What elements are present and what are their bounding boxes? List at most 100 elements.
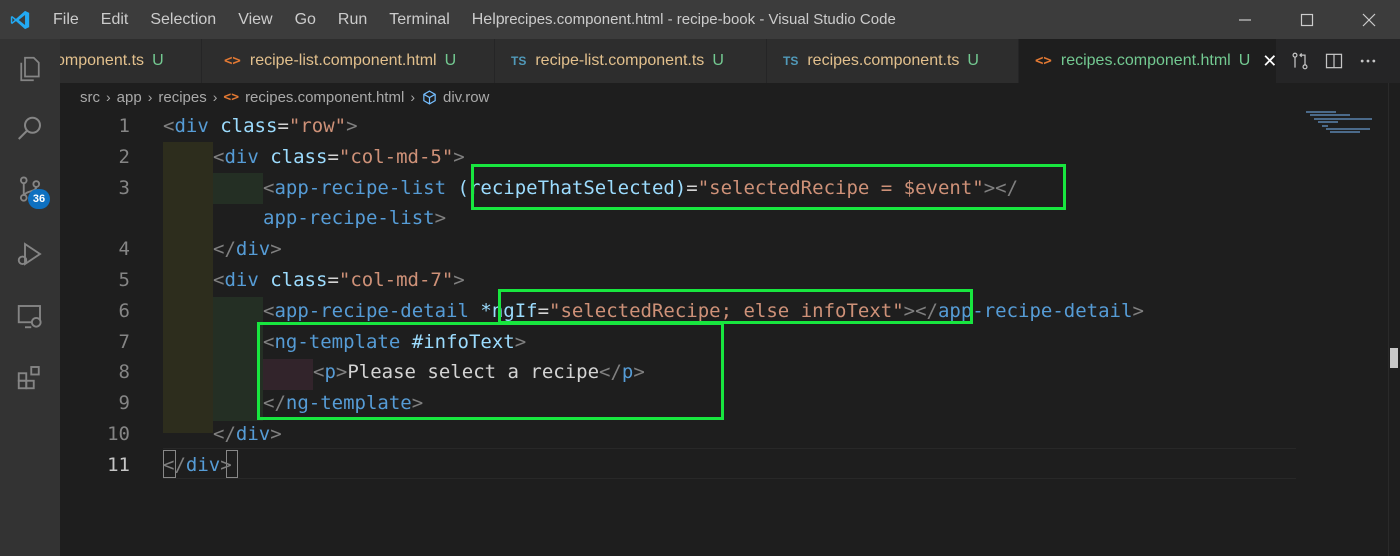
line-number: 1 xyxy=(118,115,130,137)
minimap-line xyxy=(1306,111,1336,113)
search-icon[interactable] xyxy=(0,99,60,159)
source-control-icon[interactable]: 36 xyxy=(0,159,60,219)
maximize-icon xyxy=(1300,13,1314,26)
line-number xyxy=(70,203,130,234)
indent-guide xyxy=(163,173,213,297)
code-token: "col-md-5" xyxy=(338,145,454,168)
line-number: 2 xyxy=(118,145,130,168)
minimap-line xyxy=(1318,121,1338,124)
breadcrumb-recipes[interactable]: recipes xyxy=(158,89,206,106)
close-icon xyxy=(1362,13,1376,26)
code-editor[interactable]: 1 2 3 4 5 6 7 8 9 10 11 <div class="row"> <div clas… xyxy=(60,111,1388,556)
chevron-right-icon: › xyxy=(410,89,415,105)
html-file-icon: <> xyxy=(1035,53,1052,69)
indent-guide xyxy=(163,297,213,433)
breadcrumb-file[interactable]: recipes.component.html xyxy=(245,89,404,106)
code-token: class xyxy=(220,115,278,137)
title-bar: File Edit Selection View Go Run Terminal… xyxy=(0,0,1400,39)
code-line: </div> xyxy=(213,419,282,450)
line-number: 10 xyxy=(107,423,130,445)
untracked-badge: U xyxy=(152,52,164,69)
code-token: > xyxy=(270,238,282,261)
more-actions-icon[interactable] xyxy=(1358,51,1378,71)
source-control-badge: 36 xyxy=(28,189,50,209)
code-token: class xyxy=(270,269,328,291)
highlight-ng-template xyxy=(257,322,724,420)
code-token: "col-md-7" xyxy=(338,269,454,291)
code-token: div xyxy=(224,269,259,291)
code-line: <div class="col-md-5"> xyxy=(213,142,465,173)
menu-file[interactable]: File xyxy=(40,0,90,39)
code-token: > xyxy=(270,423,282,445)
editor-actions xyxy=(1276,39,1400,83)
tab-recipe-list-component-ts[interactable]: TS recipe-list.component.ts U xyxy=(495,39,767,83)
indent-guide xyxy=(213,173,263,204)
tab-label: recipes.component.html xyxy=(1060,52,1231,69)
tab-component-ts[interactable]: omponent.ts U xyxy=(60,39,202,83)
open-changes-icon[interactable] xyxy=(1290,51,1310,71)
code-token: = xyxy=(327,269,339,291)
code-token: = xyxy=(327,145,339,168)
code-token: div xyxy=(235,238,271,261)
extensions-icon[interactable] xyxy=(0,347,60,407)
menu-go[interactable]: Go xyxy=(284,0,327,39)
element-icon xyxy=(423,89,436,105)
minimap[interactable] xyxy=(1302,111,1372,141)
scrollbar-thumb[interactable] xyxy=(1390,348,1398,368)
current-line-highlight xyxy=(163,448,1296,479)
code-line: <div class="row"> xyxy=(163,111,358,142)
line-number: 7 xyxy=(118,330,130,353)
tab-label: omponent.ts xyxy=(60,52,145,69)
remote-explorer-icon[interactable] xyxy=(0,286,60,346)
minimize-icon xyxy=(1239,18,1251,21)
menu-selection[interactable]: Selection xyxy=(139,0,227,39)
tab-recipes-component-ts[interactable]: TS recipes.component.ts U xyxy=(767,39,1019,83)
breadcrumb-src[interactable]: src xyxy=(80,89,100,106)
editor-tabs: omponent.ts U <> recipe-list.component.h… xyxy=(60,39,1400,83)
chevron-right-icon: › xyxy=(106,89,111,105)
split-editor-icon[interactable] xyxy=(1324,51,1344,71)
code-token: app-recipe-list xyxy=(263,207,435,230)
breadcrumb-app[interactable]: app xyxy=(117,89,142,106)
chevron-right-icon: › xyxy=(147,89,153,105)
line-number: 3 xyxy=(118,176,130,199)
menu-view[interactable]: View xyxy=(227,0,283,39)
code-token: div xyxy=(185,453,221,476)
indent-guide xyxy=(213,297,263,421)
tab-recipe-list-component-html[interactable]: <> recipe-list.component.html U xyxy=(202,39,495,83)
breadcrumb-symbol[interactable]: div.row xyxy=(443,89,489,106)
code-token: > xyxy=(453,269,465,291)
indent-guide xyxy=(163,142,213,173)
activity-bar: 36 xyxy=(0,39,60,556)
breadcrumb: src › app › recipes › <> recipes.compone… xyxy=(80,83,489,111)
code-token: div xyxy=(235,423,271,445)
code-token: < xyxy=(213,145,225,168)
code-token: > xyxy=(453,145,465,168)
menu-help[interactable]: Help xyxy=(461,0,516,39)
run-debug-icon[interactable] xyxy=(0,224,60,284)
code-token: app-recipe-list xyxy=(274,176,447,199)
menu-edit[interactable]: Edit xyxy=(90,0,140,39)
code-token: "row" xyxy=(288,115,347,137)
explorer-icon[interactable] xyxy=(0,39,60,99)
tab-label: recipes.component.ts xyxy=(807,52,960,69)
code-token: </ xyxy=(213,238,236,261)
menu-run[interactable]: Run xyxy=(327,0,378,39)
vscode-logo-icon xyxy=(0,0,40,39)
close-window-button[interactable] xyxy=(1338,0,1400,39)
typescript-file-icon: TS xyxy=(511,54,527,68)
minimap-line xyxy=(1310,114,1350,117)
maximize-button[interactable] xyxy=(1276,0,1338,39)
vertical-scrollbar[interactable] xyxy=(1388,83,1400,556)
chevron-right-icon: › xyxy=(212,89,218,105)
minimize-button[interactable] xyxy=(1214,0,1276,39)
line-number: 11 xyxy=(107,453,130,476)
code-token: < xyxy=(263,299,275,322)
code-token: </ xyxy=(213,423,236,445)
tab-recipes-component-html[interactable]: <> recipes.component.html U ✕ xyxy=(1019,39,1283,83)
line-number: 5 xyxy=(118,269,130,291)
code-token: < xyxy=(163,115,175,137)
menu-terminal[interactable]: Terminal xyxy=(378,0,460,39)
